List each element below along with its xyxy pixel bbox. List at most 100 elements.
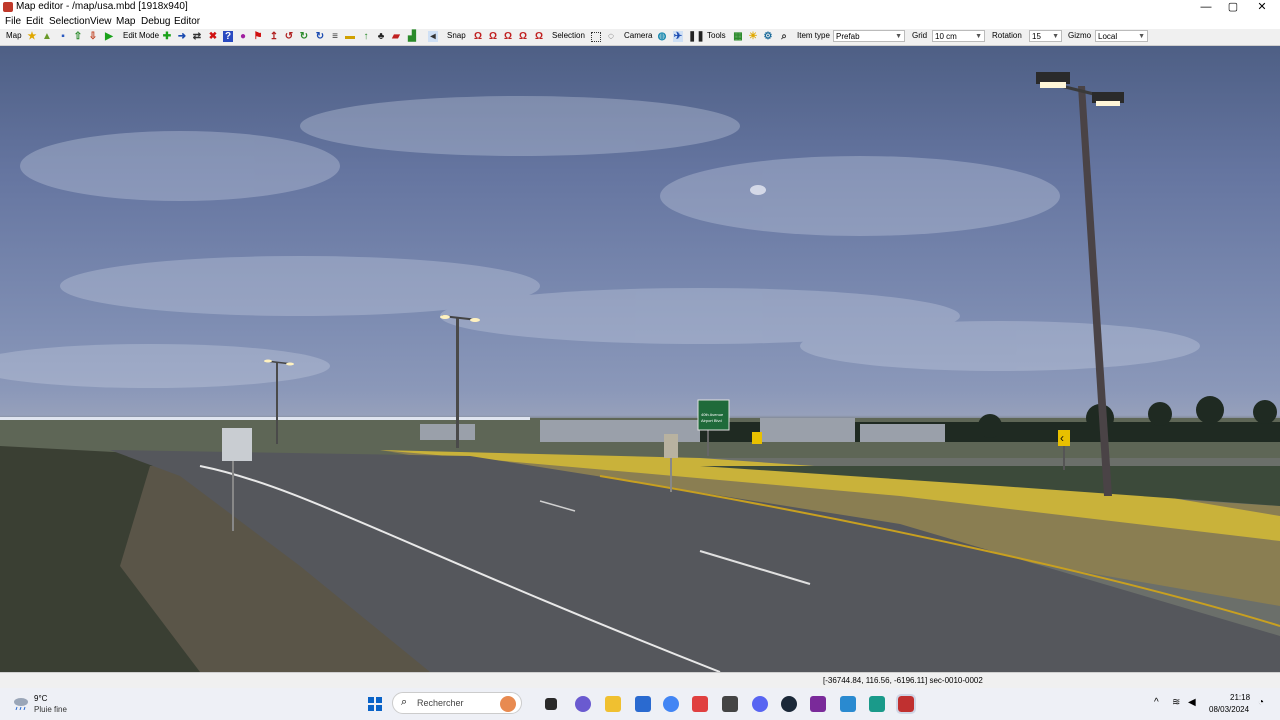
sign-line-1: 40th Avenue bbox=[701, 412, 724, 417]
people-icon[interactable] bbox=[500, 696, 516, 712]
rain-cloud-icon[interactable] bbox=[12, 696, 30, 710]
app-icon bbox=[3, 2, 13, 12]
search-placeholder: Rechercher bbox=[417, 698, 464, 708]
rotate-left-icon[interactable]: ↺ bbox=[284, 31, 294, 42]
taskbar: 9°C Pluie fine ⌕ Rechercher ^ ≋ ◀ 21:18 … bbox=[0, 688, 1280, 720]
rotate-right-icon[interactable]: ↻ bbox=[299, 31, 309, 42]
marker-icon[interactable]: ↥ bbox=[269, 31, 279, 42]
search-icon: ⌕ bbox=[401, 696, 408, 708]
sun-icon[interactable]: ☀ bbox=[748, 31, 758, 42]
pause-icon[interactable]: ❚❚ bbox=[688, 31, 705, 42]
discord-icon[interactable] bbox=[752, 696, 768, 712]
menu-map[interactable]: Map bbox=[116, 16, 135, 27]
flag-icon[interactable]: ⚑ bbox=[253, 31, 263, 42]
editor-app-icon[interactable] bbox=[840, 696, 856, 712]
close-button[interactable]: ✕ bbox=[1245, 0, 1279, 15]
map-viewport[interactable]: 40th Avenue Airport Blvd ‹ bbox=[0, 46, 1280, 672]
swap-icon[interactable]: ⇄ bbox=[192, 31, 202, 42]
sound-icon[interactable]: ◂ bbox=[428, 31, 438, 42]
snap-magnet-2-icon[interactable]: Ω bbox=[488, 31, 498, 42]
clouds bbox=[0, 96, 1200, 388]
arrow-up-icon[interactable]: ↑ bbox=[361, 31, 371, 42]
item-type-select[interactable]: Prefab ▼ bbox=[833, 30, 905, 42]
fly-camera-icon[interactable]: ✈ bbox=[673, 31, 683, 42]
menu-debug[interactable]: Debug bbox=[141, 16, 170, 27]
grid-tool-icon[interactable]: ▦ bbox=[733, 31, 743, 42]
volume-icon[interactable]: ◀ bbox=[1188, 697, 1196, 708]
sign-back-right bbox=[664, 434, 678, 458]
delete-icon[interactable]: ✖ bbox=[208, 31, 218, 42]
menu-file[interactable]: File bbox=[5, 16, 21, 27]
chrome-icon[interactable] bbox=[663, 696, 679, 712]
help-icon[interactable]: ? bbox=[223, 31, 233, 42]
title-bar: Map editor - /map/usa.mbd [1918x940] — ▢… bbox=[0, 0, 1280, 15]
map-editor-task-icon[interactable] bbox=[896, 694, 916, 714]
globe-icon[interactable]: ◍ bbox=[657, 31, 667, 42]
camera-label: Camera bbox=[624, 31, 653, 40]
settings-icon[interactable]: ⚙ bbox=[763, 31, 773, 42]
wifi-icon[interactable]: ≋ bbox=[1172, 697, 1180, 708]
store-icon[interactable] bbox=[635, 696, 651, 712]
rect-select-icon[interactable] bbox=[591, 32, 601, 42]
sign-post-right bbox=[670, 458, 672, 492]
car-icon[interactable]: ▰ bbox=[391, 31, 401, 42]
download-icon[interactable]: ⇩ bbox=[88, 31, 98, 42]
affinity-icon[interactable] bbox=[810, 696, 826, 712]
snap-magnet-4-icon[interactable]: Ω bbox=[518, 31, 528, 42]
steam-icon[interactable] bbox=[781, 696, 797, 712]
chevron-down-icon: ▼ bbox=[1052, 33, 1059, 40]
menu-view[interactable]: View bbox=[90, 16, 112, 27]
refresh-icon[interactable]: ↻ bbox=[315, 31, 325, 42]
scene-render: 40th Avenue Airport Blvd ‹ bbox=[0, 72, 1280, 672]
moon bbox=[750, 185, 766, 195]
list-icon[interactable]: ≡ bbox=[330, 31, 340, 42]
windows-start-icon[interactable] bbox=[368, 697, 382, 711]
chart-icon[interactable]: ▟ bbox=[407, 31, 417, 42]
toolbar: Map ★ ▲ ▪ ⇧ ⇩ ▶ Edit Mode ✚ ➜ ⇄ ✖ ? ● ⚑ … bbox=[0, 29, 1280, 46]
paint-icon[interactable] bbox=[692, 696, 708, 712]
upload-icon[interactable]: ⇧ bbox=[73, 31, 83, 42]
grid-label: Grid bbox=[912, 31, 928, 40]
snap-magnet-5-icon[interactable]: Ω bbox=[534, 31, 544, 42]
target-icon[interactable]: ● bbox=[238, 31, 248, 42]
gizmo-select[interactable]: Local ▼ bbox=[1095, 30, 1148, 42]
notification-icon[interactable]: ◔ bbox=[1258, 697, 1264, 708]
file-explorer-icon[interactable] bbox=[605, 696, 621, 712]
rotation-label: Rotation bbox=[992, 31, 1022, 40]
sign-post-left bbox=[232, 461, 234, 531]
move-icon[interactable]: ➜ bbox=[177, 31, 187, 42]
chevron-down-icon: ▼ bbox=[975, 33, 982, 40]
sign-line-2: Airport Blvd bbox=[701, 418, 722, 423]
tree-icon[interactable]: ♣ bbox=[376, 31, 386, 42]
clock-date[interactable]: 08/03/2024 bbox=[1209, 705, 1249, 714]
cursor-coords: [-36744.84, 116.56, -6196.11] sec-0010-0… bbox=[823, 676, 983, 685]
menu-editor[interactable]: Editor bbox=[174, 16, 200, 27]
add-icon[interactable]: ✚ bbox=[162, 31, 172, 42]
play-icon[interactable]: ▶ bbox=[104, 31, 114, 42]
save-icon[interactable]: ▪ bbox=[58, 31, 68, 42]
open-map-icon[interactable]: ▲ bbox=[42, 31, 52, 42]
sign-icon[interactable]: ▬ bbox=[345, 31, 355, 42]
menu-selection[interactable]: Selection bbox=[49, 16, 90, 27]
grid-value: 10 cm bbox=[935, 32, 957, 41]
grid-select[interactable]: 10 cm ▼ bbox=[932, 30, 985, 42]
game-icon[interactable] bbox=[722, 696, 738, 712]
tray-expand-icon[interactable]: ^ bbox=[1154, 697, 1159, 708]
svg-text:‹: ‹ bbox=[1060, 431, 1064, 445]
gizmo-label: Gizmo bbox=[1068, 31, 1092, 40]
curve-sign-mid bbox=[752, 432, 762, 444]
rotation-select[interactable]: 15 ▼ bbox=[1029, 30, 1062, 42]
task-view-icon[interactable] bbox=[545, 698, 557, 710]
clock-time[interactable]: 21:18 bbox=[1230, 693, 1250, 702]
edit-mode-label: Edit Mode bbox=[123, 31, 160, 40]
status-bar: [-36744.84, 116.56, -6196.11] sec-0010-0… bbox=[0, 672, 1280, 689]
menu-edit[interactable]: Edit bbox=[26, 16, 43, 27]
star-icon[interactable]: ★ bbox=[27, 31, 37, 42]
snap-magnet-icon[interactable]: Ω bbox=[473, 31, 483, 42]
snap-magnet-3-icon[interactable]: Ω bbox=[503, 31, 513, 42]
sign-back-left bbox=[222, 428, 252, 461]
lasso-select-icon[interactable]: ◌ bbox=[606, 31, 616, 42]
map-tool-icon[interactable] bbox=[869, 696, 885, 712]
chat-icon[interactable] bbox=[575, 696, 591, 712]
search-icon[interactable]: ⌕ bbox=[779, 31, 789, 42]
